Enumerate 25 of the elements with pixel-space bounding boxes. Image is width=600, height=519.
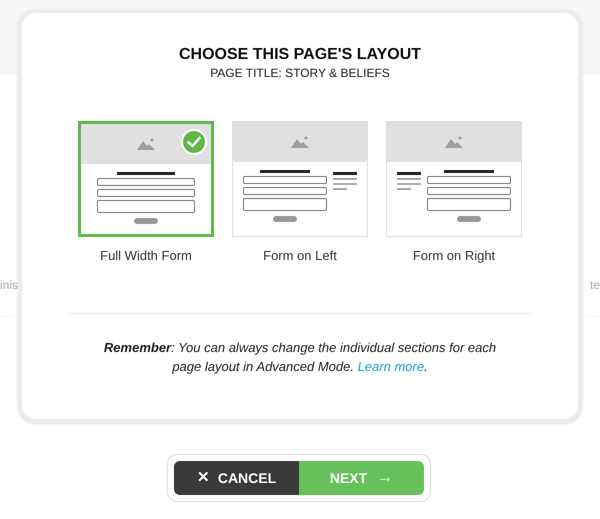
heading-line [116,172,176,175]
dialog-title: CHOOSE THIS PAGE'S LAYOUT [178,46,422,64]
heading-line [444,170,494,173]
heading-line [260,170,310,173]
background-text: te [590,277,600,294]
cancel-button[interactable]: ✕ CANCEL [174,461,299,495]
image-icon [137,138,155,150]
layout-label: Form on Left [263,247,337,265]
remember-note: Remember: You can always change the individual sections for each page layout in Advanced Mode. Learn more. [102,338,498,376]
layout-label: Form on Right [412,247,496,265]
arrow-icon: → [377,466,394,490]
text-lines [333,172,357,190]
layout-option[interactable] [78,121,214,237]
button-shape [457,216,481,222]
page-title: PAGE TITLE: STORY & BELIEFS [210,65,390,81]
learn-more-link[interactable]: Learn more [358,358,424,374]
close-icon: ✕ [196,466,210,490]
image-icon [291,136,309,148]
next-button[interactable]: NEXT → [299,461,424,495]
image-icon [445,136,463,148]
button-shape [134,218,158,224]
layout-label: Full Width Form [100,247,192,265]
button-shape [273,216,297,222]
background-text: inis [0,277,18,294]
text-lines [397,172,421,190]
